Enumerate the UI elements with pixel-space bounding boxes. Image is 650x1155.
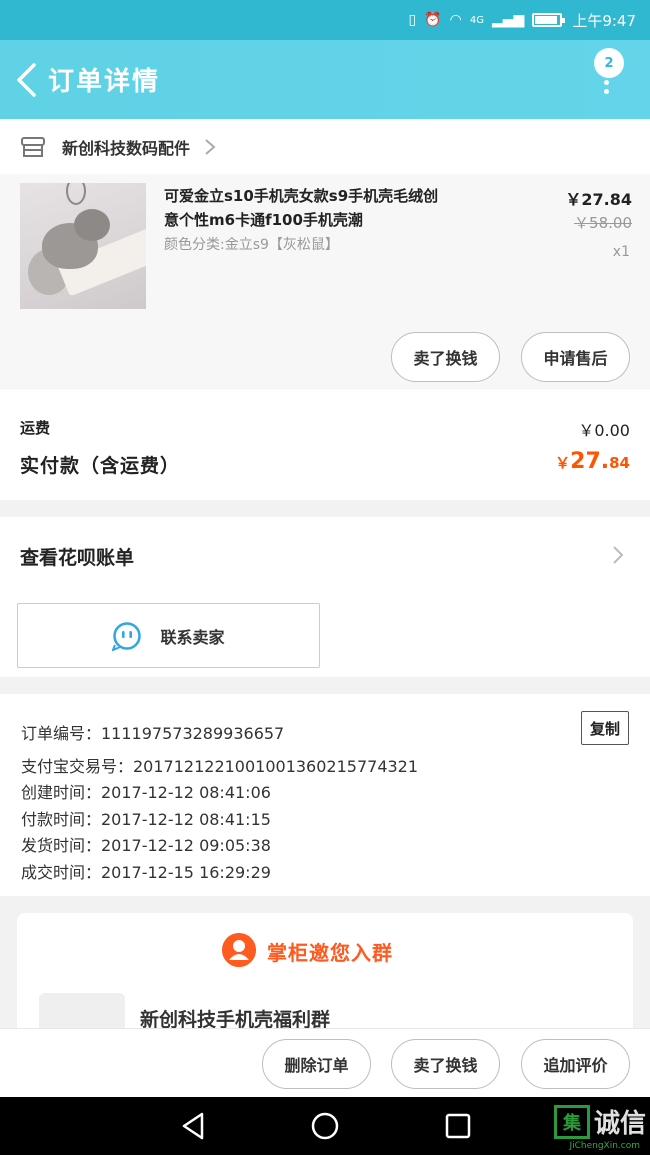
order-number: 订单编号：111197573289936657 — [21, 724, 285, 743]
shop-name: 新创科技数码配件 — [62, 138, 191, 158]
nav-home-icon[interactable] — [310, 1111, 340, 1141]
signal-icon: ▂▄▆ — [492, 12, 525, 28]
back-button[interactable] — [6, 40, 46, 119]
product-title[interactable]: 可爱金立s10手机壳女款s9手机壳毛绒创 意个性m6卡通f100手机壳潮 — [164, 184, 524, 232]
shipping-label: 运费 — [20, 419, 51, 437]
battery-icon — [532, 13, 566, 27]
system-nav-bar: 集 诚信 JiChengXin.com — [0, 1097, 650, 1155]
shop-row[interactable]: 新创科技数码配件 — [0, 119, 650, 174]
watermark-logo: 集 诚信 JiChengXin.com — [553, 1103, 646, 1151]
created-time: 创建时间：2017-12-12 08:41:06 — [21, 783, 271, 802]
clock: 上午9:47 — [572, 11, 636, 30]
sell-button[interactable]: 卖了换钱 — [391, 332, 500, 382]
more-menu-button[interactable]: 2 — [592, 48, 624, 108]
product-price: ￥27.84 — [565, 190, 632, 209]
group-invite-title: 掌柜邀您入群 — [267, 941, 393, 965]
paid-label: 实付款（含运费） — [20, 455, 181, 477]
order-info: 订单编号：111197573289936657 支付宝交易号：201712122… — [0, 694, 650, 896]
nav-recents-icon[interactable] — [443, 1111, 473, 1141]
shipping-value: ￥0.00 — [578, 421, 630, 440]
product-quantity: x1 — [612, 244, 630, 260]
chevron-right-icon — [205, 138, 216, 155]
product-thumbnail[interactable] — [20, 183, 146, 309]
product-sku: 颜色分类:金立s9【灰松鼠】 — [164, 237, 339, 253]
completed-time: 成交时间：2017-12-15 16:29:29 — [21, 863, 271, 882]
product-card: 可爱金立s10手机壳女款s9手机壳毛绒创 意个性m6卡通f100手机壳潮 颜色分… — [0, 174, 650, 388]
copy-button[interactable]: 复制 — [581, 711, 629, 745]
alarm-icon: ⏰ — [424, 12, 442, 28]
paid-value: ￥27.84 — [555, 449, 630, 474]
store-icon — [21, 136, 45, 157]
app-header: 订单详情 2 — [0, 40, 650, 119]
nav-back-icon[interactable] — [178, 1111, 208, 1141]
chevron-left-icon — [17, 62, 36, 97]
after-sales-button[interactable]: 申请售后 — [521, 332, 630, 382]
status-icons: ▯ ⏰ ◠ 4G ▂▄▆ — [408, 12, 566, 28]
add-review-button[interactable]: 追加评价 — [521, 1039, 630, 1089]
alipay-trade-number: 支付宝交易号：2017121221001001360215774321 — [21, 757, 419, 776]
wifi-icon: ◠ — [449, 12, 462, 28]
paid-time: 付款时间：2017-12-12 08:41:15 — [21, 810, 271, 829]
chat-face-icon — [112, 621, 142, 651]
status-bar: ▯ ⏰ ◠ 4G ▂▄▆ 上午9:47 — [0, 0, 650, 40]
bottom-action-bar: 删除订单 卖了换钱 追加评价 — [0, 1028, 650, 1097]
amount-summary: 运费 ￥0.00 实付款（含运费） ￥27.84 — [0, 389, 650, 500]
sell-again-button[interactable]: 卖了换钱 — [391, 1039, 500, 1089]
vibrate-icon: ▯ — [408, 12, 417, 28]
contact-seller-button[interactable]: 联系卖家 — [17, 603, 320, 668]
network-type: 4G — [469, 14, 484, 26]
more-dots-icon — [604, 80, 609, 102]
chevron-right-icon — [613, 546, 624, 564]
page-title: 订单详情 — [48, 67, 161, 97]
group-invite-card: 掌柜邀您入群 新创科技手机壳福利群 — [17, 913, 633, 1053]
contact-seller-label: 联系卖家 — [160, 627, 225, 647]
notification-badge: 2 — [594, 48, 624, 78]
huabei-link[interactable]: 查看花呗账单 — [20, 543, 134, 570]
shipped-time: 发货时间：2017-12-12 09:05:38 — [21, 836, 271, 855]
huabei-section: 查看花呗账单 联系卖家 — [0, 517, 650, 677]
product-original-price: ￥58.00 — [574, 214, 632, 232]
delete-order-button[interactable]: 删除订单 — [262, 1039, 371, 1089]
group-icon — [222, 933, 256, 967]
